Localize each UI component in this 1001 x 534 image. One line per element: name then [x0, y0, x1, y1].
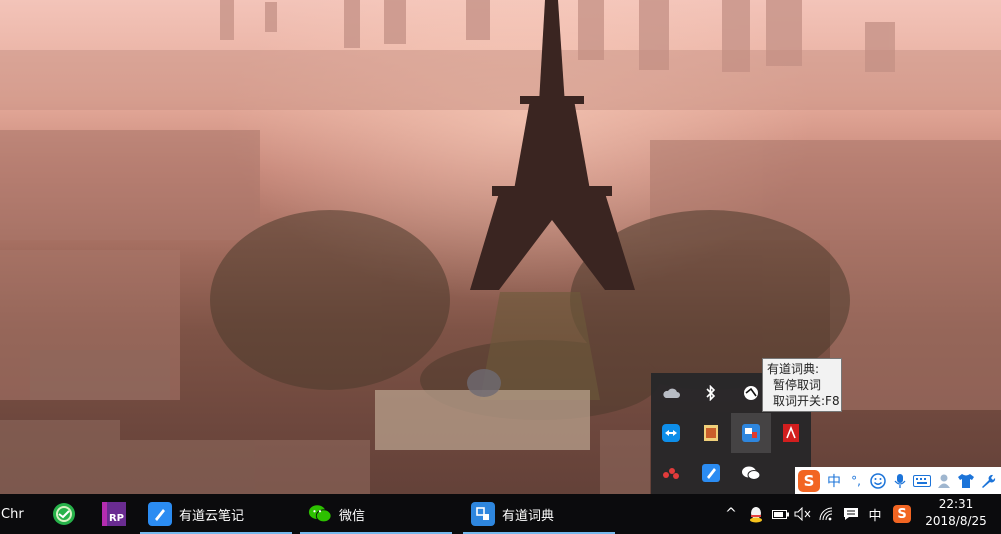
ime-punctuation-toggle[interactable]: °,	[845, 467, 867, 495]
user-icon[interactable]	[933, 467, 955, 495]
clock-time: 22:31	[938, 497, 974, 511]
taskbar-app-youdao-dict[interactable]: 有道词典	[463, 494, 615, 534]
volume-muted-icon[interactable]	[792, 494, 814, 534]
taskbar-app-label: 微信	[339, 508, 366, 524]
wrench-settings-icon[interactable]	[977, 467, 999, 495]
taskbar: Chr RP 有道云笔记 微信 有道词典 ^ 中 S 22:31 2018/8/…	[0, 494, 1001, 534]
microphone-icon[interactable]	[889, 467, 911, 495]
battery-icon[interactable]	[770, 494, 792, 534]
axure-rp-icon: RP	[102, 502, 126, 526]
input-language-indicator[interactable]: 中	[864, 494, 886, 534]
taskbar-app-wechat[interactable]: 微信	[300, 494, 452, 534]
soft-keyboard-icon[interactable]	[911, 467, 933, 495]
adobe-icon[interactable]	[771, 413, 811, 453]
clock-date: 2018/8/25	[925, 514, 987, 528]
dots-app-icon[interactable]	[651, 453, 691, 493]
taskbar-app-label: 有道词典	[502, 508, 555, 524]
bluetooth-icon[interactable]	[691, 373, 731, 413]
tooltip-title: 有道词典:	[767, 362, 820, 376]
youdao-dict-tray-icon[interactable]	[731, 413, 771, 453]
youdao-note-icon	[148, 502, 172, 526]
system-clock[interactable]: 22:31 2018/8/25	[924, 496, 988, 530]
skin-shirt-icon[interactable]	[955, 467, 977, 495]
taskbar-app-label: 有道云笔记	[179, 508, 245, 524]
wechat-tray-icon[interactable]	[731, 453, 771, 493]
taskbar-app-chrome[interactable]: Chr	[0, 494, 40, 534]
youdao-note-tray-icon[interactable]	[691, 453, 731, 493]
teamviewer-icon[interactable]	[651, 413, 691, 453]
notepad-icon[interactable]	[691, 413, 731, 453]
taskbar-app-360-browser[interactable]	[50, 494, 78, 534]
show-hidden-icons-button[interactable]: ^	[720, 494, 742, 534]
youdao-dict-tooltip: 有道词典: 暂停取词 取词开关:F8	[762, 358, 842, 412]
ime-toolbar: S 中 °,	[795, 467, 1001, 495]
wechat-icon	[308, 502, 332, 526]
sogou-tray-icon[interactable]: S	[890, 494, 914, 534]
360-browser-icon	[53, 503, 75, 525]
action-center-icon[interactable]	[840, 494, 862, 534]
taskbar-app-label: Chr	[1, 506, 24, 522]
ime-language-toggle[interactable]: 中	[823, 467, 845, 495]
onedrive-icon[interactable]	[651, 373, 691, 413]
sogou-logo-icon[interactable]: S	[795, 467, 823, 495]
taskbar-app-youdao-note[interactable]: 有道云笔记	[140, 494, 292, 534]
qq-tray-icon[interactable]	[744, 494, 768, 534]
youdao-dict-icon	[471, 502, 495, 526]
emoji-icon[interactable]	[867, 467, 889, 495]
tooltip-status: 暂停取词	[773, 378, 822, 392]
taskbar-app-axure[interactable]: RP	[101, 494, 127, 534]
tooltip-shortcut: 取词开关:F8	[773, 394, 840, 408]
wifi-icon[interactable]	[816, 494, 840, 534]
desktop-wallpaper	[0, 0, 1001, 534]
eiffel-tower-landscape	[0, 0, 1001, 494]
